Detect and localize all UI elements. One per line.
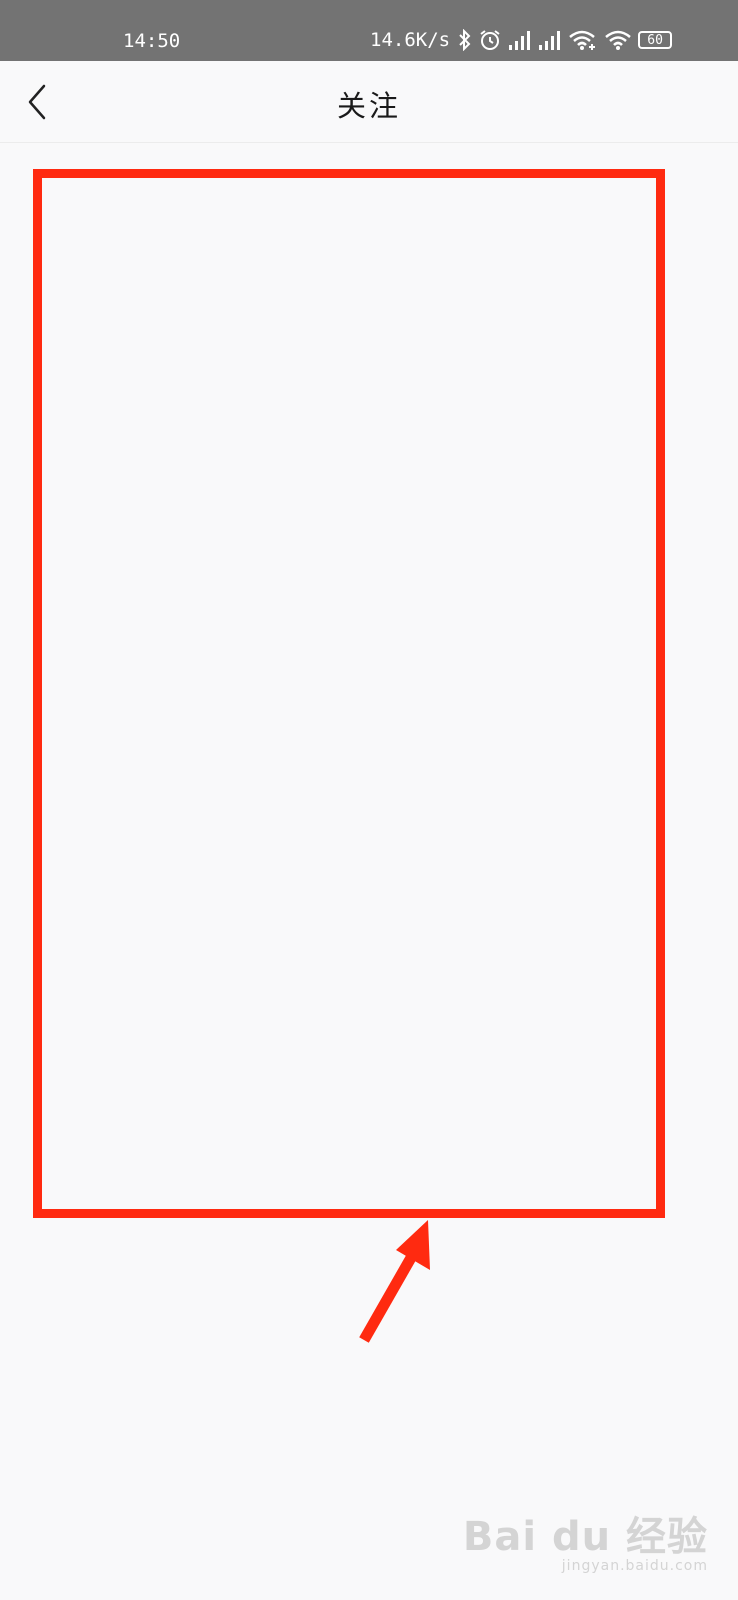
page-title: 关注 [336,89,401,123]
nav-bar: 关注 [0,61,738,143]
signal-icon [538,29,562,51]
bluetooth-icon [458,29,472,51]
status-bar: 14:50 14.6K/s 60 [0,0,738,61]
network-speed: 14.6K/s [370,29,451,51]
wifi-plus-icon [568,29,598,51]
annotation-highlight-box [33,169,665,1218]
annotation-arrow-icon [359,1220,430,1343]
following-list: Bai du 经验 jingyan.baidu.com [0,143,738,1600]
watermark-logo: Bai du 经验 [462,1514,708,1560]
battery-icon: 60 [638,31,673,49]
status-icons: 14.6K/s 60 [370,28,673,52]
status-time: 14:50 [123,30,181,52]
alarm-icon [478,28,502,52]
signal-icon [508,29,532,51]
wifi-icon [604,29,632,51]
baidu-jingyan-watermark: Bai du 经验 jingyan.baidu.com [463,1504,708,1574]
